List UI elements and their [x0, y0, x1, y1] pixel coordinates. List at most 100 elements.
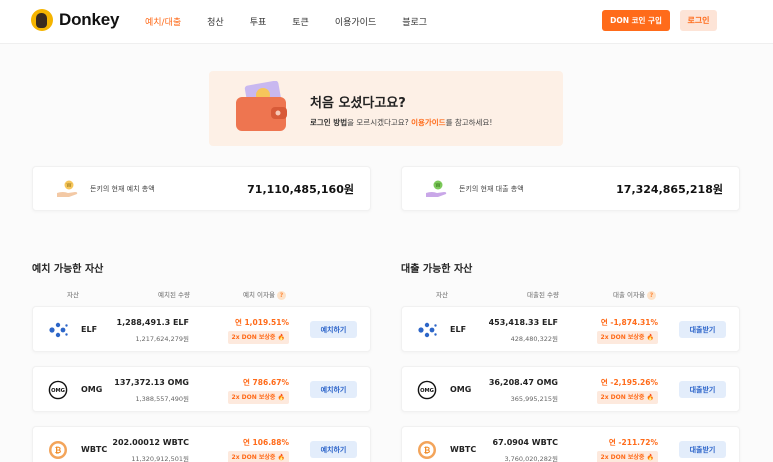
- borrow-button[interactable]: 대출받기: [679, 381, 726, 398]
- borrow-button[interactable]: 대출받기: [679, 441, 726, 458]
- nav-item-vote[interactable]: 투표: [250, 15, 267, 28]
- deposit-col-rate-label: 예치 이자율: [243, 291, 275, 299]
- loan-rate: 연 -2,195.26%: [600, 378, 658, 387]
- fire-icon: 🔥: [277, 394, 285, 401]
- deposit-col-amount: 예치된 수량: [158, 291, 190, 299]
- omg-icon-text: OMG: [420, 388, 434, 394]
- loan-amount: 67.0904 WBTC: [492, 438, 558, 447]
- elf-token-icon: [418, 322, 437, 338]
- loan-amount-krw: 365,995,215원: [510, 395, 558, 403]
- asset-name: OMG: [81, 385, 103, 394]
- deposit-row-wbtc: ₿ WBTC 202.00012 WBTC 11,320,912,501원 연 …: [32, 426, 371, 462]
- loan-col-amount: 대출된 수량: [527, 291, 559, 299]
- total-deposit-label: 돈키의 현재 예치 총액: [90, 185, 155, 193]
- reward-badge: 2x DON 보상중 🔥: [596, 391, 658, 404]
- deposit-section-title: 예치 가능한 자산: [32, 264, 104, 275]
- svg-text:W: W: [436, 183, 441, 189]
- deposit-button[interactable]: 예치하기: [310, 381, 357, 398]
- page: Donkey 예치/대출 청산 투표 토큰 이용가이드 블로그 DON 코인 구…: [0, 0, 773, 462]
- deposit-amount: 202.00012 WBTC: [112, 438, 189, 447]
- login-button[interactable]: 로그인: [680, 10, 717, 31]
- fire-icon: 🔥: [277, 334, 285, 341]
- deposit-rate: 연 786.67%: [243, 378, 289, 387]
- reward-badge: 2x DON 보상중 🔥: [227, 451, 289, 462]
- reward-badge-text: 2x DON 보상중: [231, 394, 276, 401]
- fire-icon: 🔥: [277, 454, 285, 461]
- banner-sub-text: 을 모르시겠다고요?: [347, 118, 412, 127]
- deposit-amount-krw: 11,320,912,501원: [131, 455, 189, 462]
- deposit-amount: 1,288,491.3 ELF: [116, 318, 189, 327]
- nav-item-token[interactable]: 토큰: [292, 15, 309, 28]
- asset-name: OMG: [450, 385, 472, 394]
- nav-item-deposit-loan[interactable]: 예치/대출: [145, 15, 181, 28]
- loan-col-rate-label: 대출 이자율: [613, 291, 645, 299]
- reward-badge-text: 2x DON 보상중: [600, 334, 645, 341]
- nav-item-liquidation[interactable]: 청산: [207, 15, 224, 28]
- wallet-icon: [236, 81, 287, 131]
- buy-don-button[interactable]: DON 코인 구입: [602, 10, 670, 31]
- deposit-rate: 연 1,019.51%: [234, 318, 289, 327]
- banner-sub-end: 를 참고하세요!: [445, 118, 493, 127]
- total-deposit-card: W 돈키의 현재 예치 총액 71,110,485,160원: [32, 166, 371, 211]
- nav-item-blog[interactable]: 블로그: [402, 15, 427, 28]
- reward-badge-text: 2x DON 보상중: [600, 394, 645, 401]
- loan-row-elf: ELF 453,418.33 ELF 428,480,322원 연 -1,874…: [401, 306, 740, 352]
- deposit-rate: 연 106.88%: [243, 438, 289, 447]
- welcome-banner: 처음 오셨다고요? 로그인 방법을 모르시겠다고요? 이용가이드를 참고하세요!: [209, 71, 563, 146]
- loan-amount: 453,418.33 ELF: [488, 318, 558, 327]
- loan-amount: 36,208.47 OMG: [488, 378, 558, 387]
- omg-icon-text: OMG: [51, 388, 65, 394]
- loan-row-omg: OMG OMG 36,208.47 OMG 365,995,215원 연 -2,…: [401, 366, 740, 412]
- fire-icon: 🔥: [646, 454, 654, 461]
- reward-badge-text: 2x DON 보상중: [231, 334, 276, 341]
- nav-item-guide[interactable]: 이용가이드: [335, 15, 376, 28]
- elf-token-icon: [49, 322, 68, 338]
- wbtc-token-icon: ₿: [49, 441, 67, 459]
- asset-name: WBTC: [450, 445, 477, 454]
- banner-guide-link[interactable]: 이용가이드: [411, 118, 446, 127]
- borrow-button[interactable]: 대출받기: [679, 321, 726, 338]
- loan-amount-krw: 428,480,322원: [510, 335, 558, 343]
- loan-amount-krw: 3,760,020,282원: [504, 455, 558, 462]
- deposit-col-rate: 예치 이자율?: [243, 289, 286, 300]
- asset-name: ELF: [450, 325, 467, 334]
- reward-badge: 2x DON 보상중 🔥: [596, 451, 658, 462]
- donkey-logo-icon: [31, 9, 53, 31]
- reward-badge: 2x DON 보상중 🔥: [227, 391, 289, 404]
- fire-icon: 🔥: [646, 334, 654, 341]
- loan-hand-coin-icon: W: [426, 180, 447, 197]
- logo[interactable]: Donkey: [31, 9, 119, 31]
- asset-name: WBTC: [81, 445, 108, 454]
- loan-col-asset: 자산: [436, 291, 448, 299]
- deposit-col-asset: 자산: [67, 291, 79, 299]
- loan-rate: 연 -1,874.31%: [600, 318, 658, 327]
- reward-badge-text: 2x DON 보상중: [231, 454, 276, 461]
- total-loan-value: 17,324,865,218원: [616, 183, 723, 196]
- loan-section-title: 대출 가능한 자산: [401, 264, 473, 275]
- reward-badge: 2x DON 보상중 🔥: [596, 331, 658, 344]
- deposit-amount-krw: 1,217,624,279원: [135, 335, 189, 343]
- deposit-amount: 137,372.13 OMG: [114, 378, 189, 387]
- btc-symbol: ₿: [424, 446, 431, 455]
- svg-text:W: W: [67, 183, 72, 189]
- reward-badge: 2x DON 보상중 🔥: [227, 331, 289, 344]
- total-deposit-value: 71,110,485,160원: [247, 183, 354, 196]
- info-icon[interactable]: ?: [646, 290, 656, 300]
- logo-text: Donkey: [59, 10, 120, 29]
- banner-login-method: 로그인 방법: [310, 118, 348, 127]
- deposit-row-omg: OMG OMG 137,372.13 OMG 1,388,557,490원 연 …: [32, 366, 371, 412]
- asset-name: ELF: [81, 325, 98, 334]
- omg-token-icon: OMG: [417, 380, 437, 400]
- banner-title: 처음 오셨다고요?: [310, 96, 406, 111]
- main-nav: 예치/대출 청산 투표 토큰 이용가이드 블로그: [145, 15, 453, 28]
- deposit-amount-krw: 1,388,557,490원: [135, 395, 189, 403]
- fire-icon: 🔥: [646, 394, 654, 401]
- info-icon[interactable]: ?: [276, 290, 286, 300]
- deposit-hand-coin-icon: W: [57, 180, 78, 197]
- loan-rate: 연 -211.72%: [608, 438, 658, 447]
- total-loan-card: W 돈키의 현재 대출 총액 17,324,865,218원: [401, 166, 740, 211]
- top-header: Donkey 예치/대출 청산 투표 토큰 이용가이드 블로그 DON 코인 구…: [0, 0, 773, 44]
- deposit-button[interactable]: 예치하기: [310, 321, 357, 338]
- deposit-button[interactable]: 예치하기: [310, 441, 357, 458]
- reward-badge-text: 2x DON 보상중: [600, 454, 645, 461]
